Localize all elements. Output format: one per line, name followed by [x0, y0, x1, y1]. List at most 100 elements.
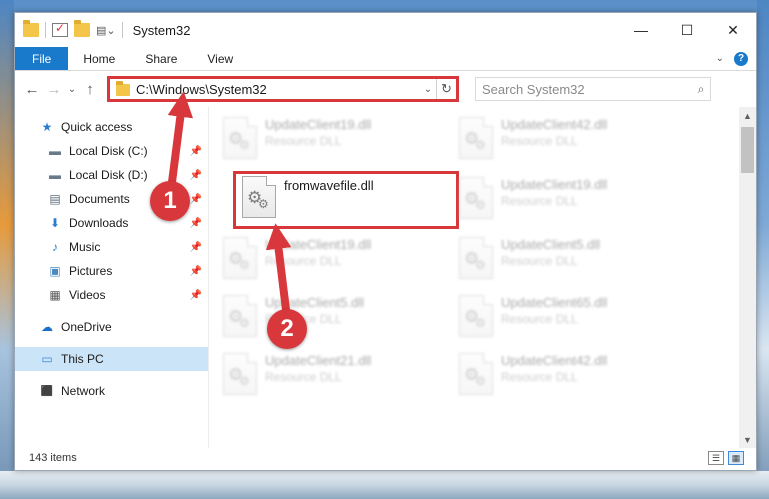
vertical-scrollbar[interactable]: ▲ ▼ [739, 107, 756, 448]
tab-home[interactable]: Home [68, 47, 130, 70]
file-item[interactable]: ⚙ ⚙ UpdateClient42.dll Resource DLL [453, 349, 683, 401]
desktop-background-bottom [0, 471, 769, 499]
view-toggle: ☰ ▦ [708, 451, 756, 465]
videos-icon: ▦ [49, 288, 61, 302]
forward-button[interactable]: → [43, 81, 65, 98]
file-list: ⚙ ⚙ UpdateClient19.dll Resource DLL ⚙ ⚙ fro… [209, 107, 756, 448]
file-name: UpdateClient5.dll [501, 237, 601, 252]
explorer-body: ★ Quick access ▬ Local Disk (C:) 📌 ▬ Loc… [15, 107, 756, 448]
back-button[interactable]: ← [21, 81, 43, 98]
pin-icon: 📌 [189, 241, 202, 253]
dll-file-icon: ⚙ ⚙ [459, 295, 493, 337]
expand-ribbon-icon[interactable]: ⌄ [716, 53, 724, 64]
recent-locations-button[interactable]: ⌄ [65, 84, 79, 95]
pin-icon: 📌 [189, 169, 202, 181]
divider [45, 22, 46, 38]
navigation-bar: ← → ⌄ ↑ C:\Windows\System32 ⌄ ↻ Search S… [15, 71, 756, 107]
sidebar-item-label: Local Disk (D:) [69, 168, 148, 182]
pin-icon: 📌 [189, 217, 202, 229]
sidebar-item-label: Downloads [69, 216, 129, 230]
sidebar-item-label: Videos [69, 288, 106, 302]
search-icon[interactable]: ⌕ [692, 82, 710, 97]
sidebar-item-label: Local Disk (C:) [69, 144, 148, 158]
sidebar-item-this-pc[interactable]: ▭ This PC [15, 347, 208, 371]
help-icon[interactable]: ? [734, 51, 748, 66]
file-item[interactable]: ⚙ ⚙ UpdateClient19.dll Resource DLL [217, 233, 447, 285]
address-path[interactable]: C:\Windows\System32 [136, 82, 420, 97]
status-bar: 143 items ☰ ▦ [15, 446, 756, 470]
divider [121, 22, 123, 38]
file-type: Resource DLL [265, 134, 342, 148]
sidebar-item-label: Music [69, 240, 101, 254]
file-item[interactable]: ⚙ ⚙ UpdateClient21.dll Resource DLL [217, 349, 447, 401]
sidebar-item-pictures[interactable]: ▣ Pictures 📌 [15, 259, 208, 283]
sidebar-item-quick-access[interactable]: ★ Quick access [15, 115, 208, 139]
ribbon-right: ⌄ ? [716, 47, 756, 70]
address-bar[interactable]: C:\Windows\System32 ⌄ ↻ [107, 76, 459, 102]
pin-icon: 📌 [189, 193, 202, 205]
file-type: Resource DLL [265, 254, 342, 268]
minimize-button[interactable]: — [618, 13, 664, 47]
sidebar-item-onedrive[interactable]: ☁ OneDrive [15, 315, 208, 339]
customize-toolbar-icon[interactable]: ▤⌄ [96, 24, 116, 37]
dll-file-icon: ⚙ ⚙ [459, 353, 493, 395]
file-item[interactable]: ⚙ ⚙ UpdateClient19.dll Resource DLL [217, 113, 447, 165]
dll-file-icon: ⚙ ⚙ [459, 117, 493, 159]
music-icon: ♪ [52, 240, 58, 254]
star-icon: ★ [41, 120, 53, 134]
sidebar-item-local-disk-c[interactable]: ▬ Local Disk (C:) 📌 [15, 139, 208, 163]
sidebar-item-label: Documents [69, 192, 130, 206]
folder-icon [23, 20, 39, 37]
up-button[interactable]: ↑ [79, 81, 101, 98]
file-item[interactable]: ⚙⚙ UpdateClient5.dllResource DLL [217, 291, 447, 343]
refresh-button[interactable]: ↻ [436, 79, 456, 99]
dll-file-icon: ⚙ ⚙ [242, 176, 276, 218]
file-item[interactable]: ⚙ ⚙ UpdateClient42.dll Resource DLL [453, 113, 683, 165]
file-item-fromwavefile[interactable]: ⚙ ⚙ fromwavefile.dll [233, 171, 459, 229]
file-name: UpdateClient42.dll [501, 353, 608, 368]
sidebar-item-label: This PC [61, 352, 104, 366]
dll-file-icon: ⚙ ⚙ [223, 353, 257, 395]
search-placeholder[interactable]: Search System32 [482, 82, 692, 97]
sidebar-item-label: Quick access [61, 120, 133, 134]
search-box[interactable]: Search System32 ⌕ [475, 77, 711, 101]
step-1-badge: 1 [150, 181, 190, 221]
desktop-background-left [0, 0, 14, 499]
new-folder-icon[interactable] [74, 20, 90, 37]
network-icon: ⬛ [40, 385, 54, 397]
title-bar: ▤⌄ System32 — ☐ ✕ [15, 13, 756, 47]
sidebar-item-network[interactable]: ⬛ Network [15, 379, 208, 403]
file-item[interactable]: ⚙ ⚙ UpdateClient19.dll Resource DLL [453, 173, 683, 225]
file-item[interactable]: ⚙ ⚙ UpdateClient65.dll Resource DLL [453, 291, 683, 343]
file-type: Resource DLL [501, 194, 578, 208]
dll-file-icon: ⚙ ⚙ [223, 237, 257, 279]
sidebar-item-music[interactable]: ♪ Music 📌 [15, 235, 208, 259]
folder-icon [116, 81, 130, 96]
file-name: UpdateClient42.dll [501, 117, 608, 132]
pin-icon: 📌 [189, 145, 202, 157]
dll-file-icon: ⚙ ⚙ [223, 295, 257, 337]
address-dropdown-icon[interactable]: ⌄ [420, 84, 436, 95]
large-icons-view-icon[interactable]: ▦ [728, 451, 744, 465]
file-name: UpdateClient21.dll [265, 353, 372, 368]
sidebar-item-videos[interactable]: ▦ Videos 📌 [15, 283, 208, 307]
file-item[interactable]: ⚙⚙ UpdateClient5.dllResource DLL [453, 233, 683, 285]
tab-file[interactable]: File [15, 47, 69, 70]
properties-icon[interactable] [52, 21, 68, 37]
close-button[interactable]: ✕ [710, 13, 756, 47]
details-view-icon[interactable]: ☰ [708, 451, 724, 465]
file-type: Resource DLL [501, 254, 578, 268]
scroll-up-icon[interactable]: ▲ [739, 107, 756, 124]
file-name: UpdateClient5.dll [265, 295, 365, 310]
maximize-button[interactable]: ☐ [664, 13, 710, 47]
file-name: UpdateClient19.dll [265, 117, 372, 132]
file-name: UpdateClient19.dll [501, 177, 608, 192]
documents-icon: ▤ [49, 192, 61, 206]
tab-share[interactable]: Share [130, 47, 192, 70]
file-explorer-window: ▤⌄ System32 — ☐ ✕ File Home Share View ⌄… [14, 12, 757, 471]
scroll-thumb[interactable] [741, 127, 754, 173]
tab-view[interactable]: View [192, 47, 248, 70]
desktop-background-right [757, 0, 769, 499]
